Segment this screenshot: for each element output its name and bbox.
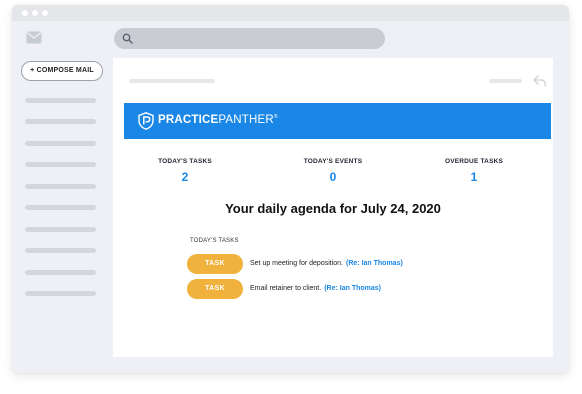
practicepanther-logo-icon [138,112,154,130]
task-description: Set up meeting for deposition. (Re: Ian T… [250,260,403,267]
brand-trademark: ® [273,114,278,120]
task-text: Set up meeting for deposition. [250,260,344,267]
mail-icon[interactable] [26,31,42,44]
task-reference-link[interactable]: (Re: Ian Thomas) [324,285,381,292]
task-badge-button[interactable]: TASK [187,254,243,274]
sidebar-item-placeholder[interactable] [25,141,96,146]
sidebar-item-placeholder[interactable] [25,291,96,296]
compose-mail-button[interactable]: + COMPOSE MAIL [21,61,103,81]
task-text: Email retainer to client. [250,285,322,292]
title-bar [12,5,569,21]
window-close-dot[interactable] [22,10,28,16]
sidebar-item-placeholder[interactable] [25,119,96,124]
sidebar-item-placeholder[interactable] [25,248,96,253]
window-minimize-dot[interactable] [32,10,38,16]
stat-label: OVERDUE TASKS [444,158,504,165]
brand-name: PRACTICEPANTHER® [158,114,278,126]
brand-banner: PRACTICEPANTHER® [124,103,551,139]
brand-name-light: PANTHER [218,114,274,126]
stat-value[interactable]: 0 [273,170,393,184]
task-description: Email retainer to client. (Re: Ian Thomas… [250,285,381,292]
stat-todays-events: TODAY'S EVENTS 0 [273,158,393,184]
stat-todays-tasks: TODAY'S TASKS 2 [125,158,245,184]
task-reference-link[interactable]: (Re: Ian Thomas) [346,260,403,267]
sidebar-item-placeholder[interactable] [25,227,96,232]
window-maximize-dot[interactable] [42,10,48,16]
brand-name-bold: PRACTICE [158,114,219,126]
search-bar[interactable] [114,28,385,49]
search-icon [122,33,133,44]
stat-value[interactable]: 2 [125,170,245,184]
stat-value[interactable]: 1 [414,170,534,184]
email-subject-placeholder [129,79,215,83]
sidebar-item-placeholder[interactable] [25,162,96,167]
todays-tasks-section-label: TODAY'S TASKS [190,238,239,244]
task-badge-button[interactable]: TASK [187,279,243,299]
email-reading-pane: PRACTICEPANTHER® TODAY'S TASKS 2 TODAY'S… [113,58,553,357]
agenda-title: Your daily agenda for July 24, 2020 [225,201,441,216]
email-meta-placeholder [489,79,522,83]
search-input[interactable] [138,28,378,49]
sidebar-item-placeholder[interactable] [25,98,96,103]
reply-icon[interactable] [533,75,547,87]
sidebar-item-placeholder[interactable] [25,184,96,189]
stat-label: TODAY'S EVENTS [303,158,363,165]
stat-label: TODAY'S TASKS [158,158,212,165]
stat-overdue-tasks: OVERDUE TASKS 1 [414,158,534,184]
sidebar-item-placeholder[interactable] [25,270,96,275]
sidebar-item-placeholder[interactable] [25,205,96,210]
email-client-window: + COMPOSE MAIL PRACTICEPANTHER® TODAY'S … [12,5,569,373]
